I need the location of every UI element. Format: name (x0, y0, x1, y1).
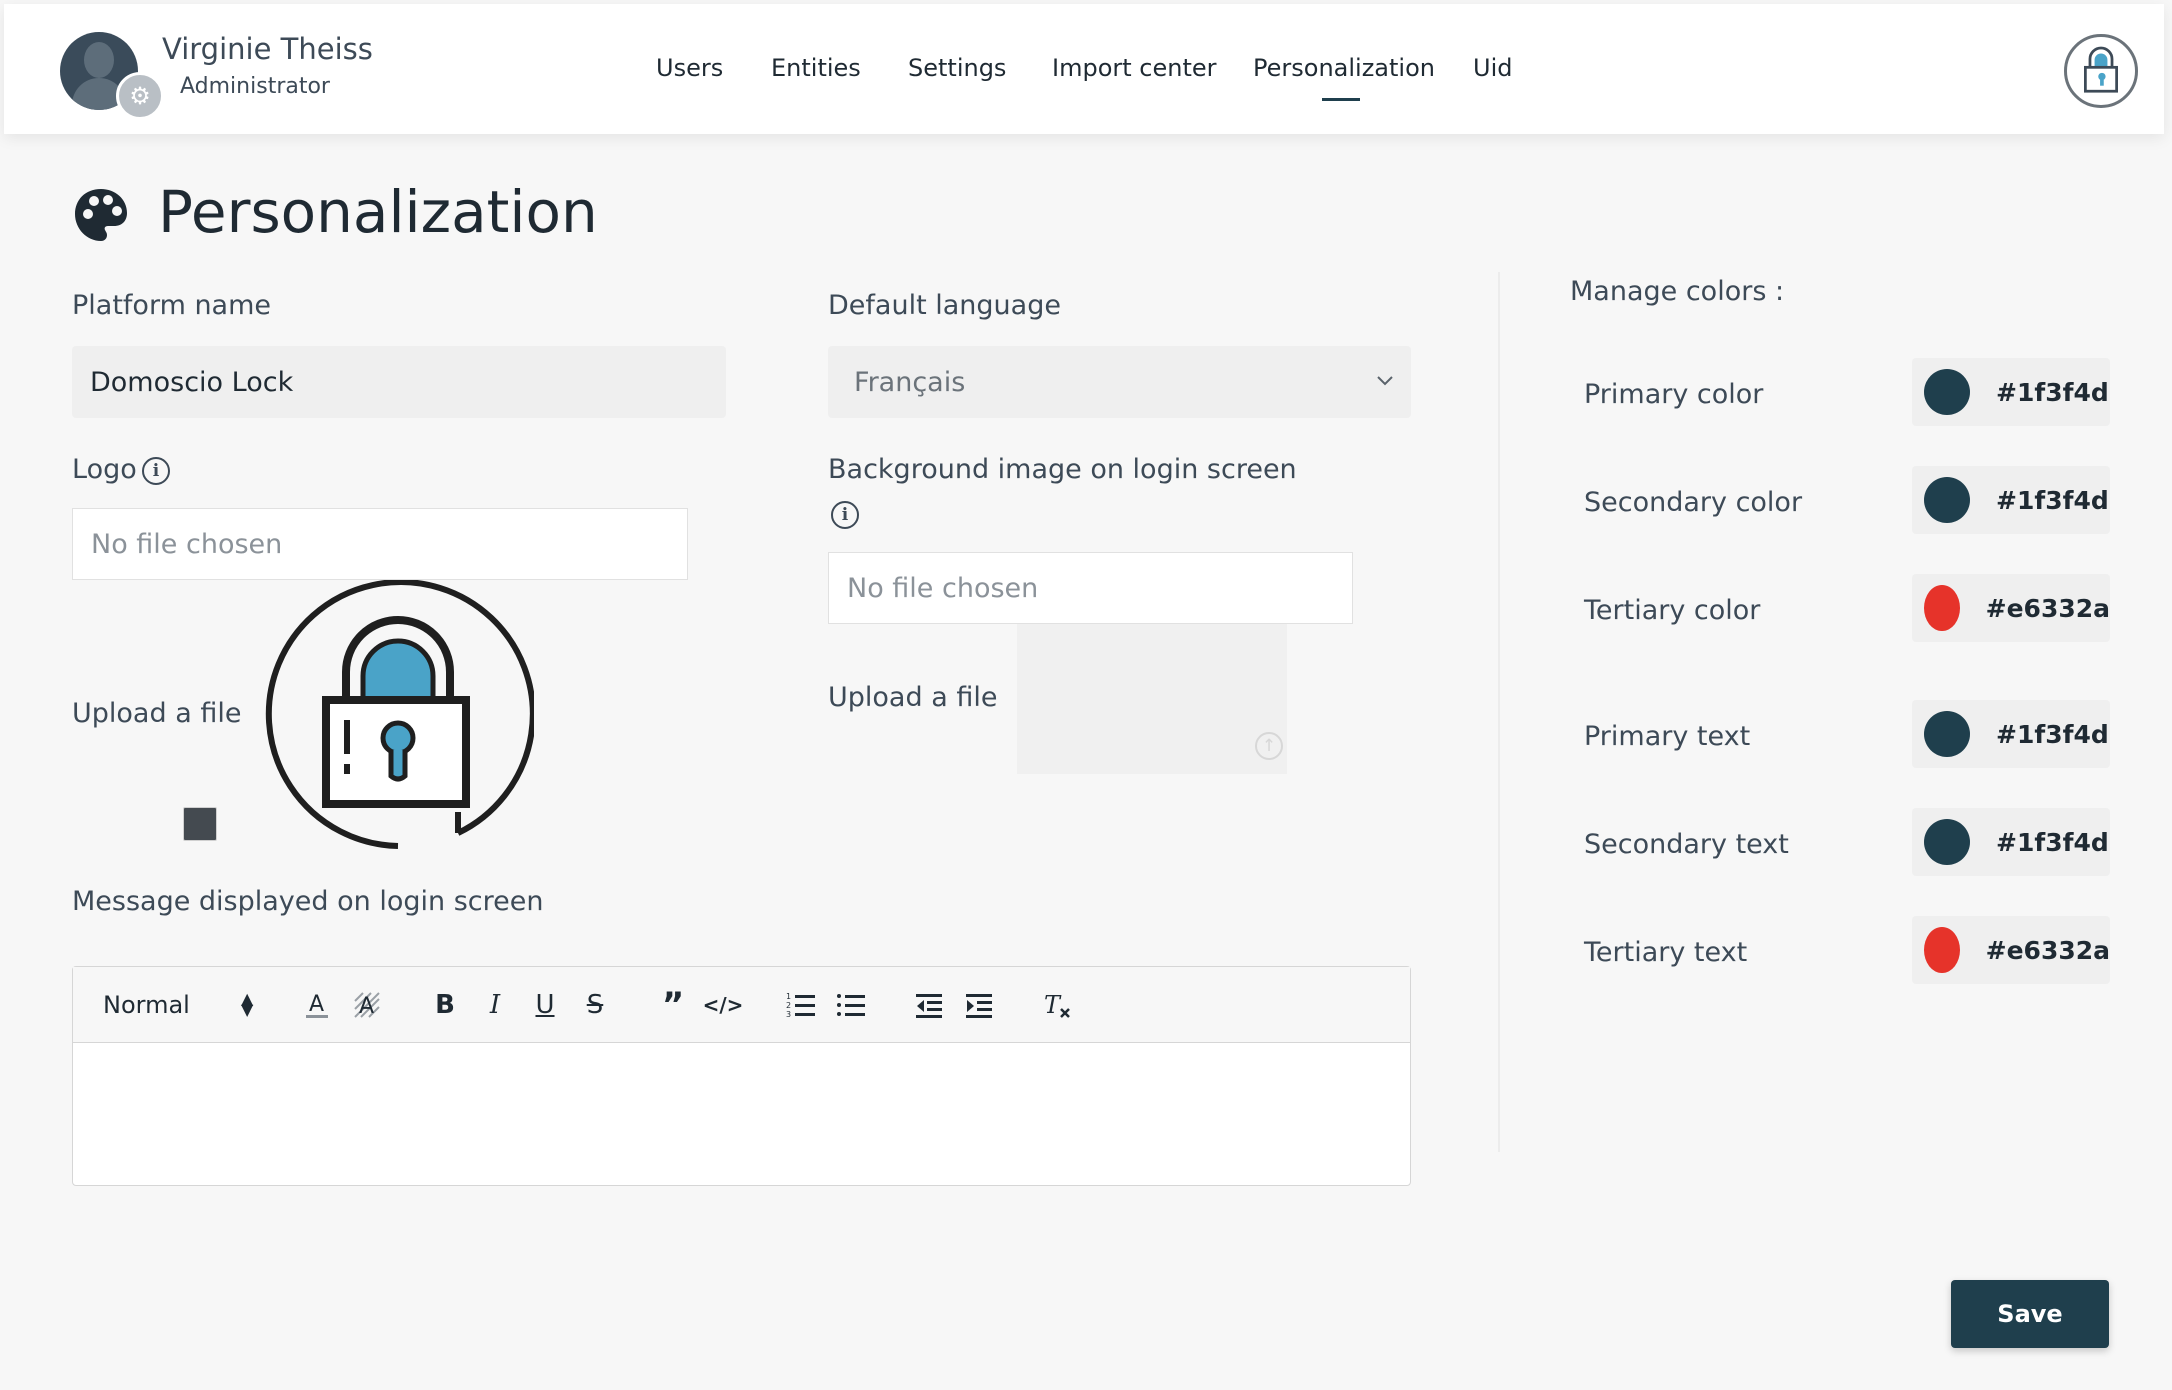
active-tab-indicator (1322, 98, 1360, 101)
secondary-color-label: Secondary color (1584, 487, 1803, 518)
language-select[interactable]: Français (828, 346, 1411, 418)
language-select-value: Français (854, 366, 966, 398)
svg-text:T: T (1044, 991, 1062, 1019)
tertiary-text-label: Tertiary text (1584, 937, 1748, 968)
tertiary-color-label: Tertiary color (1584, 595, 1761, 626)
text-color-icon[interactable]: A (299, 985, 335, 1025)
primary-color-label: Primary color (1584, 379, 1764, 410)
primary-text-label: Primary text (1584, 721, 1751, 752)
secondary-text-label: Secondary text (1584, 829, 1789, 860)
tertiary-text-color-picker[interactable]: #e6332a (1912, 916, 2110, 984)
page-title: Personalization (158, 178, 598, 246)
secondary-color-picker[interactable]: #1f3f4d (1912, 466, 2110, 534)
secondary-text-color-picker[interactable]: #1f3f4d (1912, 808, 2110, 876)
color-swatch (1924, 819, 1970, 865)
svg-text:A: A (359, 994, 374, 1019)
logo-color-swatch[interactable] (183, 807, 217, 841)
color-hex-value: #e6332a (1985, 593, 2110, 623)
login-message-label: Message displayed on login screen (72, 886, 544, 917)
upload-icon: ↑ (1255, 732, 1283, 760)
svg-text:1: 1 (786, 992, 791, 1001)
code-block-icon[interactable]: </> (703, 985, 744, 1025)
italic-icon[interactable]: I (477, 985, 513, 1025)
nav-item-import-center[interactable]: Import center (1052, 54, 1217, 82)
main-nav: Users Entities Settings Import center Pe… (4, 54, 2164, 94)
primary-color-picker[interactable]: #1f3f4d (1912, 358, 2110, 426)
platform-name-input[interactable]: Domoscio Lock (72, 346, 726, 418)
outdent-icon[interactable] (911, 985, 947, 1025)
color-hex-value: #1f3f4d (1996, 827, 2109, 857)
manage-colors-title: Manage colors : (1570, 276, 1785, 307)
login-message-editor: Normal ▲ ▼ A A B I U S ” </> 123 T (72, 966, 1411, 1186)
logo-upload-label[interactable]: Upload a file (72, 698, 241, 729)
nav-item-uid[interactable]: Uid (1473, 54, 1512, 82)
color-hex-value: #1f3f4d (1996, 719, 2109, 749)
background-file-input[interactable]: No file chosen (828, 552, 1353, 624)
svg-text:2: 2 (786, 1001, 791, 1010)
color-swatch (1924, 585, 1960, 631)
primary-text-color-picker[interactable]: #1f3f4d (1912, 700, 2110, 768)
background-color-icon[interactable]: A (349, 985, 385, 1025)
color-hex-value: #1f3f4d (1996, 485, 2109, 515)
default-language-label: Default language (828, 290, 1061, 321)
platform-name-label: Platform name (72, 290, 272, 321)
nav-item-settings[interactable]: Settings (908, 54, 1006, 82)
color-hex-value: #e6332a (1985, 935, 2110, 965)
svg-text:3: 3 (786, 1010, 791, 1019)
format-select[interactable]: Normal (103, 991, 190, 1019)
color-swatch (1924, 477, 1970, 523)
palette-icon (72, 186, 130, 244)
lock-logo-icon[interactable] (2064, 34, 2138, 108)
background-image-preview[interactable]: ↑ (1017, 624, 1287, 774)
nav-item-personalization[interactable]: Personalization (1253, 54, 1435, 82)
strike-icon[interactable]: S (577, 985, 613, 1025)
ordered-list-icon[interactable]: 123 (783, 985, 819, 1025)
color-swatch (1924, 711, 1970, 757)
logo-file-input[interactable]: No file chosen (72, 508, 688, 580)
background-upload-label[interactable]: Upload a file (828, 682, 997, 713)
color-hex-value: #1f3f4d (1996, 377, 2109, 407)
column-divider (1498, 272, 1500, 1152)
info-icon[interactable]: i (142, 457, 170, 485)
format-select-arrows-icon[interactable]: ▲ ▼ (241, 991, 253, 1018)
blockquote-icon[interactable]: ” (655, 985, 691, 1025)
clear-formatting-icon[interactable]: T (1039, 985, 1075, 1025)
editor-toolbar: Normal ▲ ▼ A A B I U S ” </> 123 T (73, 967, 1410, 1043)
background-image-label: Background image on login screen (828, 454, 1297, 485)
top-header: ⚙ Virginie Theiss Administrator Users En… (4, 4, 2164, 134)
logo-label: Logo (72, 454, 137, 485)
svg-text:A: A (309, 992, 324, 1017)
editor-content[interactable] (73, 1043, 1410, 1185)
nav-item-entities[interactable]: Entities (771, 54, 861, 82)
underline-icon[interactable]: U (527, 985, 563, 1025)
bullet-list-icon[interactable] (833, 985, 869, 1025)
save-button[interactable]: Save (1951, 1280, 2109, 1348)
color-swatch (1924, 927, 1960, 973)
chevron-down-icon (1377, 376, 1393, 386)
indent-icon[interactable] (961, 985, 997, 1025)
lock-logo-preview-icon[interactable] (262, 579, 536, 852)
nav-item-users[interactable]: Users (656, 54, 723, 82)
info-icon[interactable]: i (831, 501, 859, 529)
bold-icon[interactable]: B (427, 985, 463, 1025)
tertiary-color-picker[interactable]: #e6332a (1912, 574, 2110, 642)
color-swatch (1924, 369, 1970, 415)
